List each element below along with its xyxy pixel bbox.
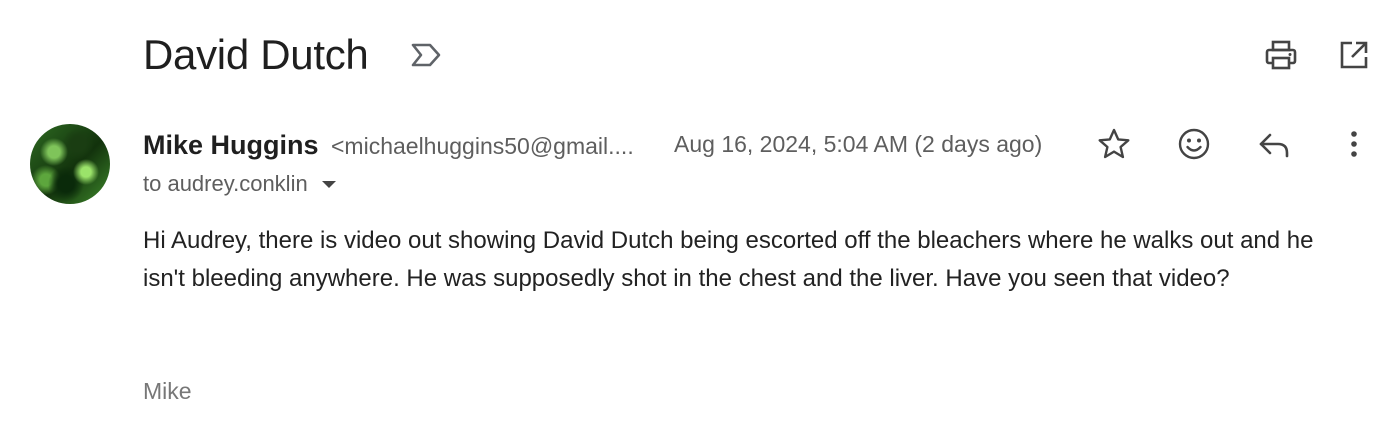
sender-email: <michaelhuggins50@gmail.... [331, 133, 634, 159]
more-vertical-icon[interactable] [1336, 126, 1372, 162]
print-icon[interactable] [1264, 38, 1298, 72]
emoji-reaction-icon[interactable] [1176, 126, 1212, 162]
recipients-toggle[interactable]: to audrey.conklin [143, 170, 336, 198]
message-signature: Mike [143, 378, 192, 404]
important-label-icon[interactable] [409, 40, 443, 70]
chevron-down-icon[interactable] [321, 180, 336, 188]
sender-name[interactable]: Mike Huggins [143, 128, 319, 162]
reply-icon[interactable] [1256, 126, 1292, 162]
message-body: Hi Audrey, there is video out showing Da… [143, 227, 1314, 292]
sender-avatar[interactable] [30, 124, 110, 204]
message-date: Aug 16, 2024, 5:04 AM (2 days ago) [674, 131, 1043, 157]
star-icon[interactable] [1096, 126, 1132, 162]
open-in-new-window-icon[interactable] [1337, 38, 1371, 72]
email-subject: David Dutch [143, 31, 369, 78]
recipients-label: to audrey.conklin [143, 171, 308, 196]
